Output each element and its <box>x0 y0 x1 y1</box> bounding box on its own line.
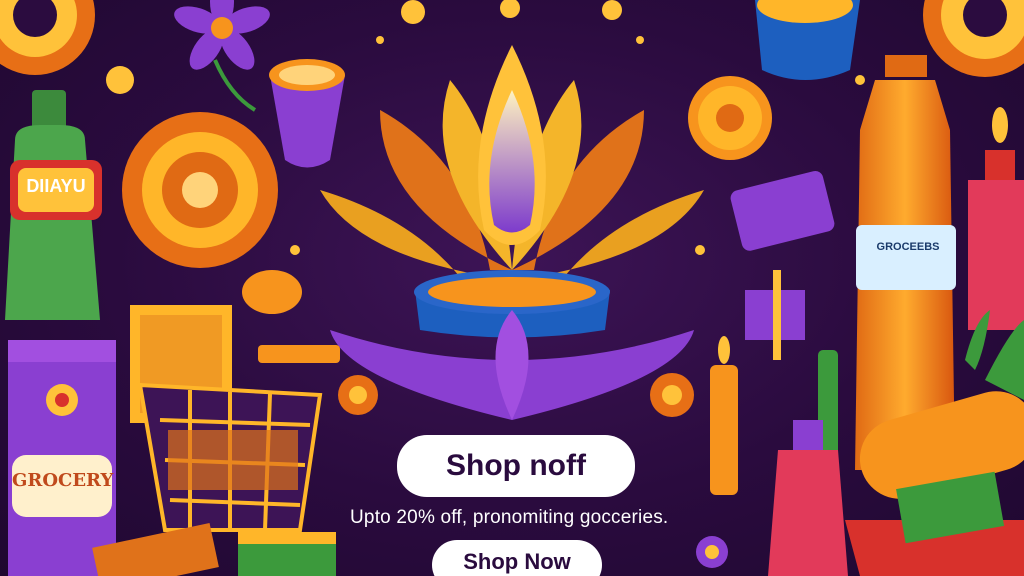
flower-top-left <box>174 0 270 70</box>
grocery-box-label: GROCERY <box>12 470 114 491</box>
shop-now-button[interactable]: Shop Now <box>432 540 602 576</box>
shop-primary-button[interactable]: Shop noff <box>397 435 635 497</box>
mandala-left <box>122 112 278 268</box>
promo-text: Upto 20% off, pronomiting gocceries. <box>350 507 669 528</box>
cup-top-right <box>755 0 860 80</box>
flower-mid-left <box>338 375 378 415</box>
lotus-diya <box>320 45 704 420</box>
top-right-medallion <box>923 0 1024 77</box>
red-bottle-right <box>968 107 1024 330</box>
diwali-grocery-banner: DIIAYU GROCEEBS GROCERY Shop noff Upto 2… <box>0 0 1024 576</box>
fruit-slice <box>242 270 302 314</box>
candle <box>710 336 738 495</box>
coin-medallion <box>688 76 772 160</box>
flower-mid-right <box>650 373 694 417</box>
basket-contents <box>168 430 298 490</box>
green-bottle <box>5 90 102 320</box>
firecracker-left <box>258 345 340 363</box>
bowl-top <box>269 59 345 168</box>
top-left-medallion <box>0 0 95 75</box>
bottle-label: DIIAYU <box>26 176 86 196</box>
flower-bottom-right <box>696 536 728 568</box>
grocery-box <box>8 340 116 576</box>
orange-bottle-label: GROCEEBS <box>876 241 940 253</box>
candy-wrap <box>730 171 835 360</box>
